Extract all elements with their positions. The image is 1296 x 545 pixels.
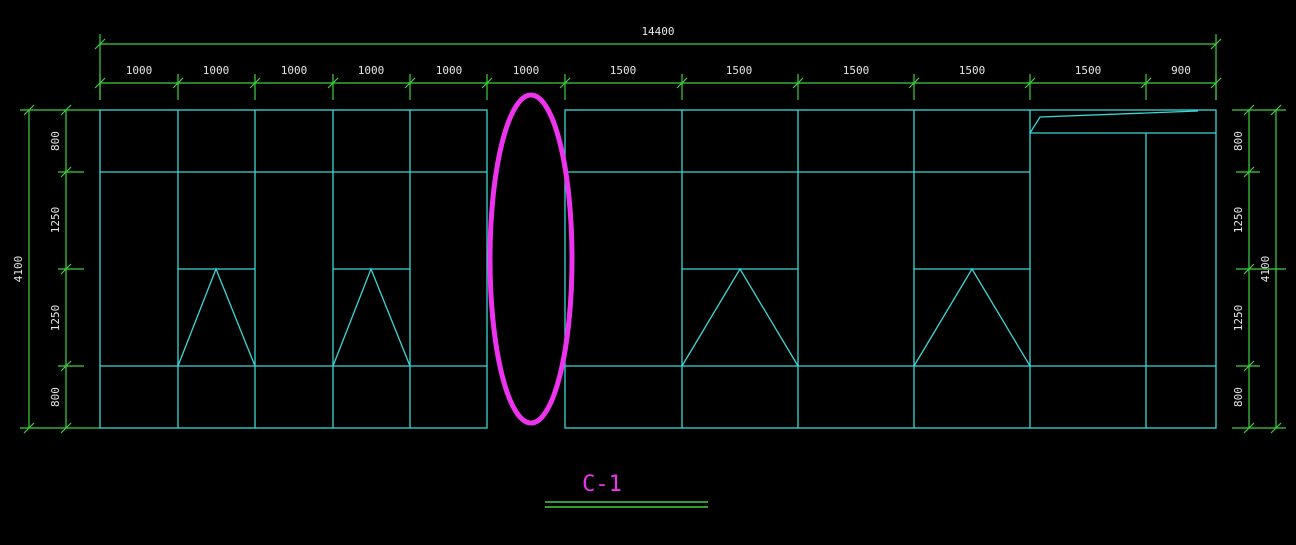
window-frame-right-section: [564, 109, 1217, 429]
top-dimensions: 14400 1000 1000 1000 1000 1000 1000 1500…: [94, 25, 1222, 100]
column-width-label-12: 900: [1171, 64, 1191, 77]
row-height-label-right-3: 1250: [1232, 305, 1245, 332]
column-width-label-11: 1500: [1075, 64, 1102, 77]
overall-height-label-right: 4100: [1259, 256, 1272, 283]
drawing-title: C-1: [582, 472, 622, 497]
casement-opening-indicator: [681, 267, 799, 367]
column-width-label-5: 1000: [436, 64, 463, 77]
column-width-label-4: 1000: [358, 64, 385, 77]
column-width-label-1: 1000: [126, 64, 153, 77]
cad-window-elevation-drawing: 14400 1000 1000 1000 1000 1000 1000 1500…: [12, 25, 1286, 508]
highlight-ellipse-annotation: [487, 92, 575, 426]
casement-opening-indicator: [913, 267, 1031, 367]
segment-dimension-ticks: [94, 74, 1222, 100]
sloped-head-detail: [1029, 110, 1199, 134]
left-frame-outline: [99, 109, 488, 429]
right-frame-outline: [564, 109, 1217, 429]
row-height-label-right-4: 800: [1232, 387, 1245, 407]
column-width-label-10: 1500: [959, 64, 986, 77]
column-width-label-9: 1500: [843, 64, 870, 77]
overall-height-label-left: 4100: [12, 256, 25, 283]
casement-opening-indicator: [177, 267, 256, 367]
left-dimensions: 4100 800 1250 1250 800: [12, 104, 100, 434]
row-height-label-right-1: 800: [1232, 131, 1245, 151]
right-dimensions: 4100 800 1250 1250 800: [1232, 104, 1286, 434]
window-frame-left-section: [99, 109, 488, 429]
row-height-label-left-3: 1250: [49, 305, 62, 332]
row-height-label-left-2: 1250: [49, 207, 62, 234]
row-height-label-left-1: 800: [49, 131, 62, 151]
column-width-label-8: 1500: [726, 64, 753, 77]
casement-opening-indicator: [332, 267, 411, 367]
overall-width-label: 14400: [641, 25, 674, 38]
column-width-label-2: 1000: [203, 64, 230, 77]
row-height-label-right-2: 1250: [1232, 207, 1245, 234]
column-width-label-3: 1000: [281, 64, 308, 77]
column-width-label-7: 1500: [610, 64, 637, 77]
column-width-label-6: 1000: [513, 64, 540, 77]
row-height-label-left-4: 800: [49, 387, 62, 407]
